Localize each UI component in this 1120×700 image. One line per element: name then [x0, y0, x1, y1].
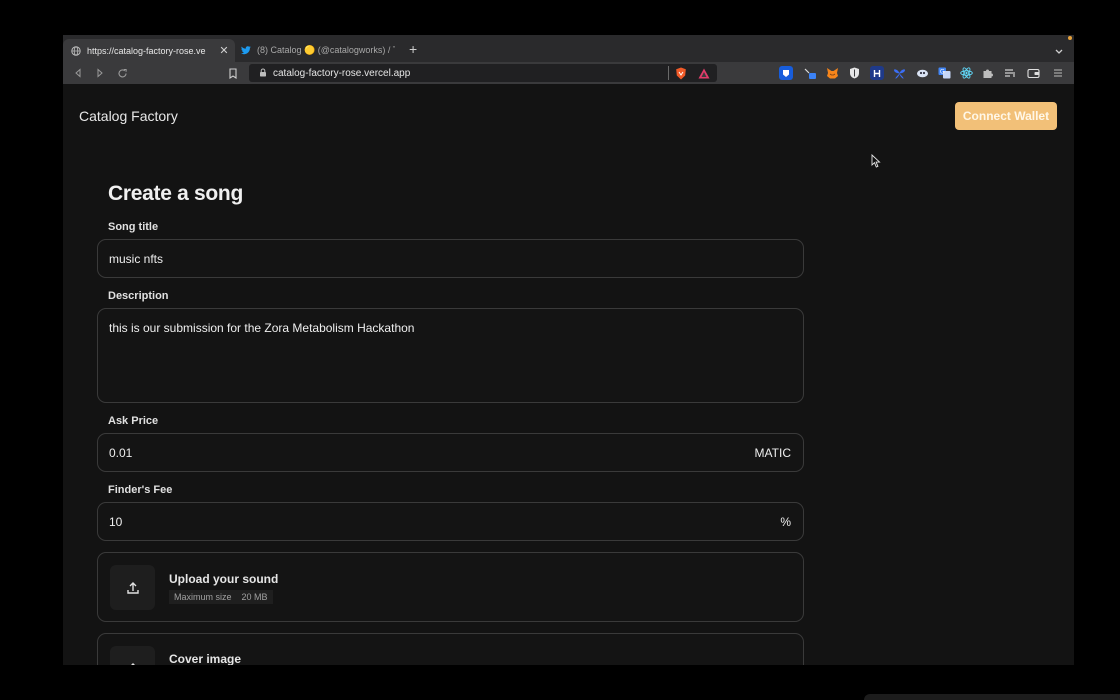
tab-catalog-factory[interactable]: https://catalog-factory-rose.ve ✕	[63, 39, 235, 62]
chevron-down-icon[interactable]	[1054, 43, 1064, 54]
ask-price-input[interactable]: 0.01 MATIC	[97, 433, 804, 472]
shield-icon[interactable]	[847, 66, 861, 80]
cover-image-title: Cover image	[169, 652, 242, 665]
browser-toolbar: catalog-factory-rose.vercel.app G	[63, 62, 1074, 84]
pointer-icon[interactable]	[803, 66, 817, 80]
description-value: this is our submission for the Zora Meta…	[109, 321, 415, 335]
cloud-icon[interactable]	[915, 66, 929, 80]
url-text: catalog-factory-rose.vercel.app	[273, 67, 411, 79]
song-title-value: music nfts	[109, 252, 164, 266]
wallet-icon[interactable]	[1026, 66, 1040, 80]
os-dock-edge	[864, 694, 1120, 700]
butterfly-icon[interactable]	[892, 66, 906, 80]
react-icon[interactable]	[959, 66, 973, 80]
menu-icon[interactable]	[1051, 66, 1065, 80]
finders-fee-label: Finder's Fee	[108, 484, 173, 496]
upload-sound-meta: Maximum size 20 MB	[169, 590, 273, 604]
brave-shield-icon[interactable]	[674, 66, 688, 80]
twitter-icon	[241, 46, 251, 56]
cover-image-dropzone[interactable]: Cover image	[97, 633, 804, 665]
brand-title[interactable]: Catalog Factory	[79, 108, 178, 124]
screen: https://catalog-factory-rose.ve ✕ (8) Ca…	[0, 0, 1120, 700]
metamask-icon[interactable]	[825, 66, 839, 80]
page-title: Create a song	[108, 182, 243, 205]
bookmark-icon[interactable]	[226, 66, 240, 80]
new-tab-icon[interactable]: +	[409, 41, 417, 57]
brave-rewards-icon[interactable]	[697, 66, 711, 80]
bitwarden-icon[interactable]	[779, 66, 793, 80]
finders-fee-unit: %	[780, 515, 791, 529]
song-title-label: Song title	[108, 221, 159, 233]
upload-icon[interactable]	[110, 565, 155, 610]
ask-price-label: Ask Price	[108, 415, 159, 427]
forward-icon[interactable]	[93, 66, 107, 80]
finders-fee-input[interactable]: 10 %	[97, 502, 804, 541]
mouse-cursor-icon	[871, 153, 881, 173]
puzzle-icon[interactable]	[981, 66, 995, 80]
ask-price-value: 0.01	[109, 446, 133, 460]
max-size-label: Maximum size	[169, 590, 237, 604]
address-bar[interactable]: catalog-factory-rose.vercel.app	[249, 64, 717, 82]
back-icon[interactable]	[71, 66, 85, 80]
svg-text:G: G	[940, 70, 945, 76]
finders-fee-value: 10	[109, 515, 123, 529]
translate-icon[interactable]: G	[937, 66, 951, 80]
tab-title: https://catalog-factory-rose.ve	[87, 45, 206, 56]
upload-sound-dropzone[interactable]: Upload your sound Maximum size 20 MB	[97, 552, 804, 622]
close-tab-icon[interactable]: ✕	[217, 44, 231, 57]
upload-icon[interactable]	[110, 646, 155, 665]
tab-strip: https://catalog-factory-rose.ve ✕ (8) Ca…	[63, 35, 1074, 62]
upload-sound-title: Upload your sound	[169, 572, 279, 586]
ask-price-unit: MATIC	[754, 446, 791, 460]
reload-icon[interactable]	[115, 66, 129, 80]
address-divider	[668, 66, 669, 80]
song-title-input[interactable]: music nfts	[97, 239, 804, 278]
lock-icon	[259, 64, 267, 82]
tab-title: (8) Catalog 🟡 (@catalogworks) / Tw	[257, 45, 395, 55]
recording-indicator	[1068, 36, 1072, 40]
max-size-value: 20 MB	[236, 590, 273, 604]
browser-window: https://catalog-factory-rose.ve ✕ (8) Ca…	[63, 35, 1074, 665]
description-textarea[interactable]: this is our submission for the Zora Meta…	[97, 308, 804, 403]
globe-icon	[71, 45, 81, 56]
extension-h-icon[interactable]	[870, 66, 884, 80]
tab-twitter-catalog[interactable]: (8) Catalog 🟡 (@catalogworks) / Tw	[235, 39, 395, 62]
page-content: Catalog Factory Connect Wallet Create a …	[63, 84, 1074, 665]
reading-list-icon[interactable]	[1003, 66, 1017, 80]
description-label: Description	[108, 290, 169, 302]
connect-wallet-button[interactable]: Connect Wallet	[955, 102, 1057, 130]
